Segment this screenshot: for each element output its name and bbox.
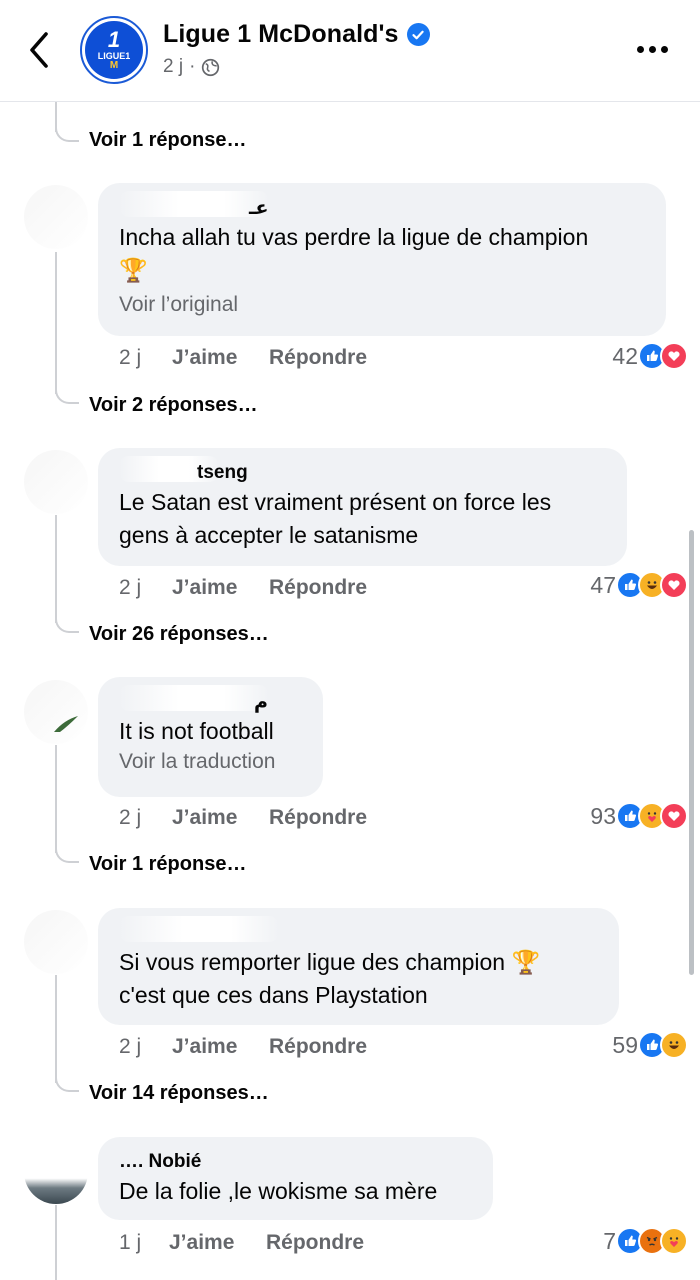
reaction-summary[interactable]: 47 <box>590 571 688 599</box>
reaction-summary[interactable]: 42 <box>612 342 688 370</box>
reaction-count: 47 <box>590 571 616 598</box>
comment-actions: 2 j J’aime Répondre <box>119 346 367 370</box>
comment-actions: 2 j J’aime Répondre <box>119 576 367 600</box>
comment-text: Si vous remporter ligue des champion 🏆 c… <box>119 949 541 1008</box>
avatar[interactable] <box>24 680 88 744</box>
comment-author[interactable]: م <box>119 685 303 713</box>
comment-text: It is not football <box>119 718 274 744</box>
thread-connector <box>55 386 79 404</box>
comment-time[interactable]: 2 j <box>119 1035 172 1059</box>
back-button[interactable] <box>22 28 58 72</box>
comment-text: De la folie ,le wokisme sa mère <box>119 1178 438 1204</box>
ligue1-logo: 1 LIGUE1 M <box>85 21 143 79</box>
view-replies-link[interactable]: Voir 14 réponses… <box>89 1082 269 1105</box>
thread-line <box>55 515 57 623</box>
comment-bubble[interactable]: tseng Le Satan est vraiment présent on f… <box>98 448 627 566</box>
reply-button[interactable]: Répondre <box>269 346 367 370</box>
comment-actions: 2 j J’aime Répondre <box>119 1035 367 1059</box>
logo-sponsor-mark: M <box>109 60 119 71</box>
post-time: 2 j <box>163 56 184 77</box>
love-reaction-icon <box>660 571 688 599</box>
view-replies-link[interactable]: Voir 1 réponse… <box>89 129 246 152</box>
reply-button[interactable]: Répondre <box>269 576 367 600</box>
comment-actions: 1 j J’aime Répondre <box>119 1231 364 1255</box>
like-button[interactable]: J’aime <box>172 576 269 600</box>
thread-line <box>55 1205 57 1280</box>
comment-time[interactable]: 2 j <box>119 806 172 830</box>
comment-author[interactable]: tseng <box>119 456 607 484</box>
avatar[interactable] <box>24 185 88 249</box>
see-original-link[interactable]: Voir l’original <box>119 293 646 317</box>
page-avatar[interactable]: 1 LIGUE1 M <box>80 16 148 84</box>
comment-text: Le Satan est vraiment présent on force l… <box>119 489 552 548</box>
love-reaction-icon <box>660 802 688 830</box>
comment-time[interactable]: 2 j <box>119 576 172 600</box>
trophy-emoji: 🏆 <box>119 257 148 283</box>
comment-bubble[interactable]: عـ Incha allah tu vas perdre la ligue de… <box>98 183 666 336</box>
reaction-summary[interactable]: 93 <box>590 802 688 830</box>
reaction-summary[interactable]: 7 <box>603 1227 688 1255</box>
comment-bubble[interactable]: …. Nobié De la folie ,le wokisme sa mère <box>98 1137 493 1220</box>
more-dots-icon[interactable] <box>637 46 668 53</box>
like-button[interactable]: J’aime <box>172 806 269 830</box>
thread-connector <box>55 615 79 633</box>
comment-bubble[interactable]: Si vous remporter ligue des champion 🏆 c… <box>98 908 619 1025</box>
avatar[interactable] <box>24 1140 88 1204</box>
like-button[interactable]: J’aime <box>169 1231 266 1255</box>
comment-time[interactable]: 2 j <box>119 346 172 370</box>
verified-badge-icon <box>406 23 430 46</box>
reaction-summary[interactable]: 59 <box>612 1031 688 1059</box>
avatar[interactable] <box>24 910 88 974</box>
reaction-count: 42 <box>612 342 638 369</box>
comment-text: Incha allah tu vas perdre la ligue de ch… <box>119 221 646 287</box>
like-button[interactable]: J’aime <box>172 1035 269 1059</box>
comment-bubble[interactable]: م It is not football Voir la traduction <box>98 677 323 797</box>
comment-time[interactable]: 1 j <box>119 1231 169 1255</box>
view-replies-link[interactable]: Voir 26 réponses… <box>89 623 269 646</box>
view-replies-link[interactable]: Voir 1 réponse… <box>89 853 246 876</box>
care-reaction-icon <box>660 1227 688 1255</box>
scrollbar[interactable] <box>689 530 694 975</box>
love-reaction-icon <box>660 342 688 370</box>
thread-line <box>55 745 57 853</box>
like-button[interactable]: J’aime <box>172 346 269 370</box>
post-header: 1 LIGUE1 M Ligue 1 McDonald's 2 j · <box>0 0 700 102</box>
globe-icon <box>202 58 220 76</box>
chevron-left-icon <box>30 32 48 68</box>
haha-reaction-icon <box>660 1031 688 1059</box>
thread-connector <box>55 845 79 863</box>
avatar[interactable] <box>24 450 88 514</box>
page-name[interactable]: Ligue 1 McDonald's <box>163 20 430 49</box>
comment-actions: 2 j J’aime Répondre <box>119 806 367 830</box>
page-name-text[interactable]: Ligue 1 McDonald's <box>163 20 399 49</box>
reaction-count: 93 <box>590 802 616 829</box>
comment-author[interactable]: …. Nobié <box>119 1151 473 1173</box>
thread-connector <box>55 1074 79 1092</box>
thread-line <box>55 975 57 1083</box>
comment-author[interactable]: عـ <box>119 191 646 219</box>
thread-line <box>55 252 57 394</box>
meta-separator: · <box>189 56 196 77</box>
reaction-count: 59 <box>612 1031 638 1058</box>
comment-author[interactable] <box>119 916 599 944</box>
thread-connector <box>55 124 79 142</box>
see-translation-link[interactable]: Voir la traduction <box>119 750 303 774</box>
reply-button[interactable]: Répondre <box>269 1035 367 1059</box>
reply-button[interactable]: Répondre <box>269 806 367 830</box>
post-meta: 2 j · <box>163 56 220 78</box>
logo-number: 1 <box>107 27 121 52</box>
view-replies-link[interactable]: Voir 2 réponses… <box>89 394 258 417</box>
reaction-count: 7 <box>603 1227 616 1254</box>
reply-button[interactable]: Répondre <box>266 1231 364 1255</box>
